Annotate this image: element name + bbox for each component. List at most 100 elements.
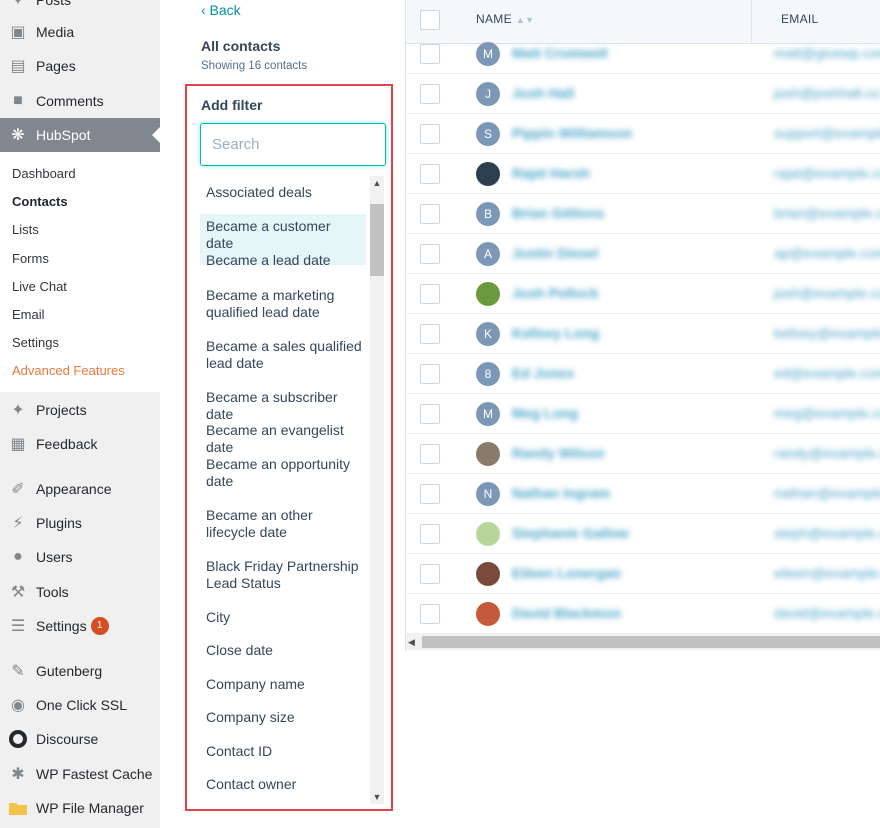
sidebar-item-one-click-ssl[interactable]: ◉ One Click SSL	[0, 688, 160, 722]
table-row[interactable]: Eileen Lonergan eileen@example.com	[406, 554, 880, 594]
row-checkbox[interactable]	[420, 44, 440, 64]
contact-name[interactable]: Josh Pollock	[512, 285, 598, 301]
scrollbar-thumb[interactable]	[422, 636, 880, 648]
submenu-lists[interactable]: Lists	[12, 222, 39, 237]
sidebar-item-plugins[interactable]: ⚡ Plugins	[0, 506, 160, 540]
sidebar-item-appearance[interactable]: ✐ Appearance	[0, 472, 160, 506]
contact-email[interactable]: david@example.com	[774, 605, 880, 621]
filter-option[interactable]: Became a subscriber date	[200, 389, 346, 423]
contact-email[interactable]: ed@example.com	[774, 365, 880, 381]
contact-email[interactable]: nathan@example.com	[774, 485, 880, 501]
scroll-left-icon[interactable]: ◀	[408, 634, 415, 650]
row-checkbox[interactable]	[420, 444, 440, 464]
contact-name[interactable]: Ed Jones	[512, 365, 574, 381]
row-checkbox[interactable]	[420, 284, 440, 304]
contact-name[interactable]: Matt Cromwell	[512, 45, 608, 61]
submenu-settings[interactable]: Settings	[12, 335, 59, 350]
back-link[interactable]: ‹ Back	[201, 2, 241, 18]
contact-name[interactable]: Rajat Harsh	[512, 165, 590, 181]
table-row[interactable]: 8 Ed Jones ed@example.com	[406, 354, 880, 394]
submenu-email[interactable]: Email	[12, 307, 45, 322]
row-checkbox[interactable]	[420, 244, 440, 264]
sidebar-item-wp-fastest-cache[interactable]: ✱ WP Fastest Cache	[0, 757, 160, 791]
contact-email[interactable]: josh@joshhall.co	[774, 85, 880, 101]
filter-option[interactable]: Contact owner	[200, 776, 366, 793]
contact-name[interactable]: Eileen Lonergan	[512, 565, 621, 581]
sidebar-item-gutenberg[interactable]: ✎ Gutenberg	[0, 654, 160, 688]
contact-name[interactable]: David Blackmon	[512, 605, 621, 621]
row-checkbox[interactable]	[420, 524, 440, 544]
sidebar-item-comments[interactable]: ■ Comments	[0, 84, 160, 118]
submenu-dashboard[interactable]: Dashboard	[12, 166, 76, 181]
filter-option[interactable]: Associated deals	[200, 184, 366, 201]
sidebar-item-settings[interactable]: ☰ Settings 1	[0, 609, 160, 643]
filter-option[interactable]: Close date	[200, 642, 366, 659]
table-row[interactable]: Josh Pollock josh@example.com	[406, 274, 880, 314]
filter-option-hovered[interactable]: Became a customer date Became a lead dat…	[200, 214, 366, 268]
table-row[interactable]: J Josh Hall josh@joshhall.co	[406, 74, 880, 114]
table-row[interactable]: Rajat Harsh rajat@example.com	[406, 154, 880, 194]
scroll-down-icon[interactable]: ▼	[370, 790, 384, 804]
contact-email[interactable]: eileen@example.com	[774, 565, 880, 581]
contact-name[interactable]: Pippin Williamson	[512, 125, 632, 141]
sidebar-item-tools[interactable]: ⚒ Tools	[0, 575, 160, 609]
horizontal-scrollbar[interactable]: ◀	[406, 634, 880, 650]
row-checkbox[interactable]	[420, 404, 440, 424]
contact-name[interactable]: Kellsey Long	[512, 325, 599, 341]
contact-name[interactable]: Justin Diesel	[512, 245, 598, 261]
filter-option[interactable]: Black Friday Partnership Lead Status	[200, 558, 362, 592]
table-row[interactable]: Randy Wilson randy@example.com	[406, 434, 880, 474]
contact-name[interactable]: Randy Wilson	[512, 445, 604, 461]
table-row[interactable]: Stephanie Gallow steph@example.com	[406, 514, 880, 554]
contact-name[interactable]: Nathan Ingram	[512, 485, 610, 501]
table-row[interactable]: M Meg Long meg@example.com	[406, 394, 880, 434]
table-row[interactable]: S Pippin Williamson support@example.com	[406, 114, 880, 154]
row-checkbox[interactable]	[420, 564, 440, 584]
row-checkbox[interactable]	[420, 84, 440, 104]
table-row[interactable]: David Blackmon david@example.com	[406, 594, 880, 634]
table-row[interactable]: B Brian Gittions brian@example.com	[406, 194, 880, 234]
scroll-up-icon[interactable]: ▲	[370, 176, 384, 190]
contact-name[interactable]: Brian Gittions	[512, 205, 605, 221]
contact-name[interactable]: Stephanie Gallow	[512, 525, 629, 541]
filter-list-scrollbar[interactable]: ▲ ▼	[370, 176, 384, 804]
contact-name[interactable]: Josh Hall	[512, 85, 574, 101]
contact-email[interactable]: rajat@example.com	[774, 165, 880, 181]
sidebar-item-hubspot[interactable]: ❋ HubSpot	[0, 118, 160, 152]
row-checkbox[interactable]	[420, 164, 440, 184]
row-checkbox[interactable]	[420, 124, 440, 144]
filter-option[interactable]: Became a sales qualified lead date	[200, 338, 366, 372]
contact-email[interactable]: josh@example.com	[774, 285, 880, 301]
row-checkbox[interactable]	[420, 484, 440, 504]
sidebar-item-media[interactable]: ▣ Media	[0, 15, 160, 49]
filter-option[interactable]: Became an evangelist date	[200, 422, 350, 456]
contact-email[interactable]: meg@example.com	[774, 405, 880, 421]
column-header-name[interactable]: NAME ▲▼	[476, 12, 534, 26]
filter-option[interactable]: Contact ID	[200, 743, 366, 760]
contact-email[interactable]: randy@example.com	[774, 445, 880, 461]
sidebar-item-feedback[interactable]: ▦ Feedback	[0, 427, 160, 461]
column-header-email[interactable]: EMAIL	[781, 12, 819, 26]
table-row[interactable]: M Matt Cromwell matt@givewp.com	[406, 34, 880, 74]
sidebar-item-users[interactable]: ● Users	[0, 540, 160, 574]
contact-email[interactable]: ap@example.com	[774, 245, 880, 261]
sidebar-item-wp-file-manager[interactable]: WP File Manager	[0, 791, 160, 825]
submenu-forms[interactable]: Forms	[12, 251, 49, 266]
contact-name[interactable]: Meg Long	[512, 405, 578, 421]
submenu-live-chat[interactable]: Live Chat	[12, 279, 67, 294]
filter-option[interactable]: City	[200, 609, 366, 626]
table-row[interactable]: N Nathan Ingram nathan@example.com	[406, 474, 880, 514]
sidebar-item-discourse[interactable]: Discourse	[0, 722, 160, 756]
contact-email[interactable]: steph@example.com	[774, 525, 880, 541]
filter-search-input[interactable]	[200, 123, 386, 166]
filter-option[interactable]: Became a lead date	[206, 252, 366, 269]
submenu-contacts[interactable]: Contacts	[12, 194, 68, 209]
select-all-checkbox[interactable]	[420, 10, 440, 30]
sidebar-item-pages[interactable]: ▤ Pages	[0, 49, 160, 83]
contact-email[interactable]: support@example.com	[774, 125, 880, 141]
filter-option[interactable]: Became an other lifecycle date	[200, 507, 320, 541]
row-checkbox[interactable]	[420, 324, 440, 344]
contact-email[interactable]: brian@example.com	[774, 205, 880, 221]
row-checkbox[interactable]	[420, 364, 440, 384]
scrollbar-thumb[interactable]	[370, 204, 384, 276]
